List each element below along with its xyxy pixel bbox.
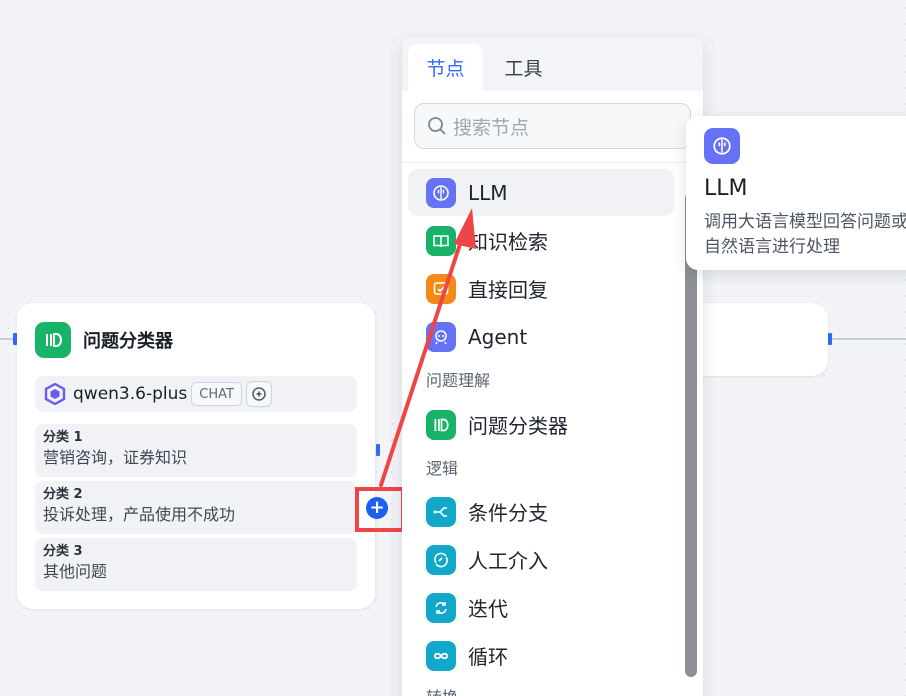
node-item-label: 迭代: [468, 597, 508, 621]
node-item-loop[interactable]: 循环: [408, 632, 674, 679]
node-description-tooltip: LLM 调用大语言模型回答问题或者对自然语言进行处理: [686, 116, 906, 270]
section-title-question-understanding: 问题理解: [426, 371, 491, 390]
node-item-condition-branch[interactable]: 条件分支: [408, 488, 674, 535]
downstream-node[interactable]: [690, 303, 828, 376]
class-description: 营销咨询，证券知识: [43, 448, 188, 467]
classifier-icon: [426, 409, 456, 440]
node-item-human-intervention[interactable]: 人工介入: [408, 536, 674, 583]
node-item-question-classifier[interactable]: 问题分类器: [408, 401, 674, 448]
incoming-edge: [0, 338, 14, 340]
class-item-1[interactable]: 分类 1 营销咨询，证券知识: [35, 424, 357, 477]
class-title: 分类 2: [43, 487, 83, 502]
class-title: 分类 1: [43, 430, 83, 445]
brain-icon: [704, 128, 740, 164]
node-item-label: Agent: [468, 324, 528, 349]
panel-divider: [402, 162, 703, 163]
section-title-transform: 转换: [426, 684, 458, 696]
node-title: 问题分类器: [83, 331, 173, 352]
tooltip-title: LLM: [704, 176, 748, 201]
node-item-knowledge-retrieval[interactable]: 知识检索: [408, 217, 674, 264]
agent-icon: [426, 321, 456, 352]
outgoing-edge: [832, 338, 906, 340]
tab-nodes[interactable]: 节点: [408, 44, 483, 91]
node-item-label: 知识检索: [468, 230, 548, 254]
class-item-3[interactable]: 分类 3 其他问题: [35, 538, 357, 591]
node-picker-panel: 节点 工具 搜索节点 LLM 知识检索 直接回复 Agent 问题理解 问题分类…: [402, 37, 703, 696]
output-port-class-1[interactable]: [376, 444, 380, 456]
model-settings-button[interactable]: [245, 381, 272, 407]
iteration-icon: [426, 592, 456, 623]
tab-tools[interactable]: 工具: [486, 44, 561, 91]
class-description: 投诉处理，产品使用不成功: [43, 505, 236, 524]
settings-sparkle-icon: [252, 387, 266, 401]
search-placeholder: 搜索节点: [453, 116, 530, 139]
panel-tabs: 节点 工具: [402, 37, 703, 91]
node-item-label: 循环: [468, 645, 508, 669]
class-title: 分类 3: [43, 544, 83, 559]
node-item-label: 问题分类器: [468, 414, 568, 438]
node-item-agent[interactable]: Agent: [408, 313, 674, 360]
mode-badge: CHAT: [191, 382, 242, 406]
node-item-label: LLM: [468, 180, 508, 205]
search-input[interactable]: 搜索节点: [414, 103, 691, 149]
question-classifier-node[interactable]: 问题分类器 qwen3.6-plus CHAT 分类 1 营销咨询，证券知识 分…: [17, 303, 375, 609]
brain-icon: [426, 177, 456, 208]
model-selector[interactable]: qwen3.6-plus CHAT: [35, 376, 357, 412]
node-item-label: 条件分支: [468, 501, 548, 525]
class-description: 其他问题: [43, 562, 108, 581]
branch-icon: [426, 496, 456, 527]
qwen-logo-icon: [44, 383, 66, 405]
reply-icon: [426, 273, 456, 304]
annotation-highlight-box: [355, 487, 405, 532]
tooltip-description: 调用大语言模型回答问题或者对自然语言进行处理: [704, 212, 906, 257]
class-item-2[interactable]: 分类 2 投诉处理，产品使用不成功: [35, 481, 357, 534]
book-icon: [426, 225, 456, 256]
node-item-direct-reply[interactable]: 直接回复: [408, 265, 674, 312]
section-title-logic: 逻辑: [426, 459, 459, 478]
node-item-label: 人工介入: [468, 549, 548, 573]
node-item-llm[interactable]: LLM: [408, 169, 674, 216]
human-icon: [426, 544, 456, 575]
loop-icon: [426, 640, 456, 671]
search-icon: [428, 117, 446, 135]
node-item-iteration[interactable]: 迭代: [408, 584, 674, 631]
model-name: qwen3.6-plus: [73, 384, 188, 404]
classifier-icon: [35, 322, 71, 358]
node-item-label: 直接回复: [468, 278, 548, 302]
node-header: 问题分类器: [35, 322, 173, 358]
node2-output-port[interactable]: [828, 333, 832, 345]
